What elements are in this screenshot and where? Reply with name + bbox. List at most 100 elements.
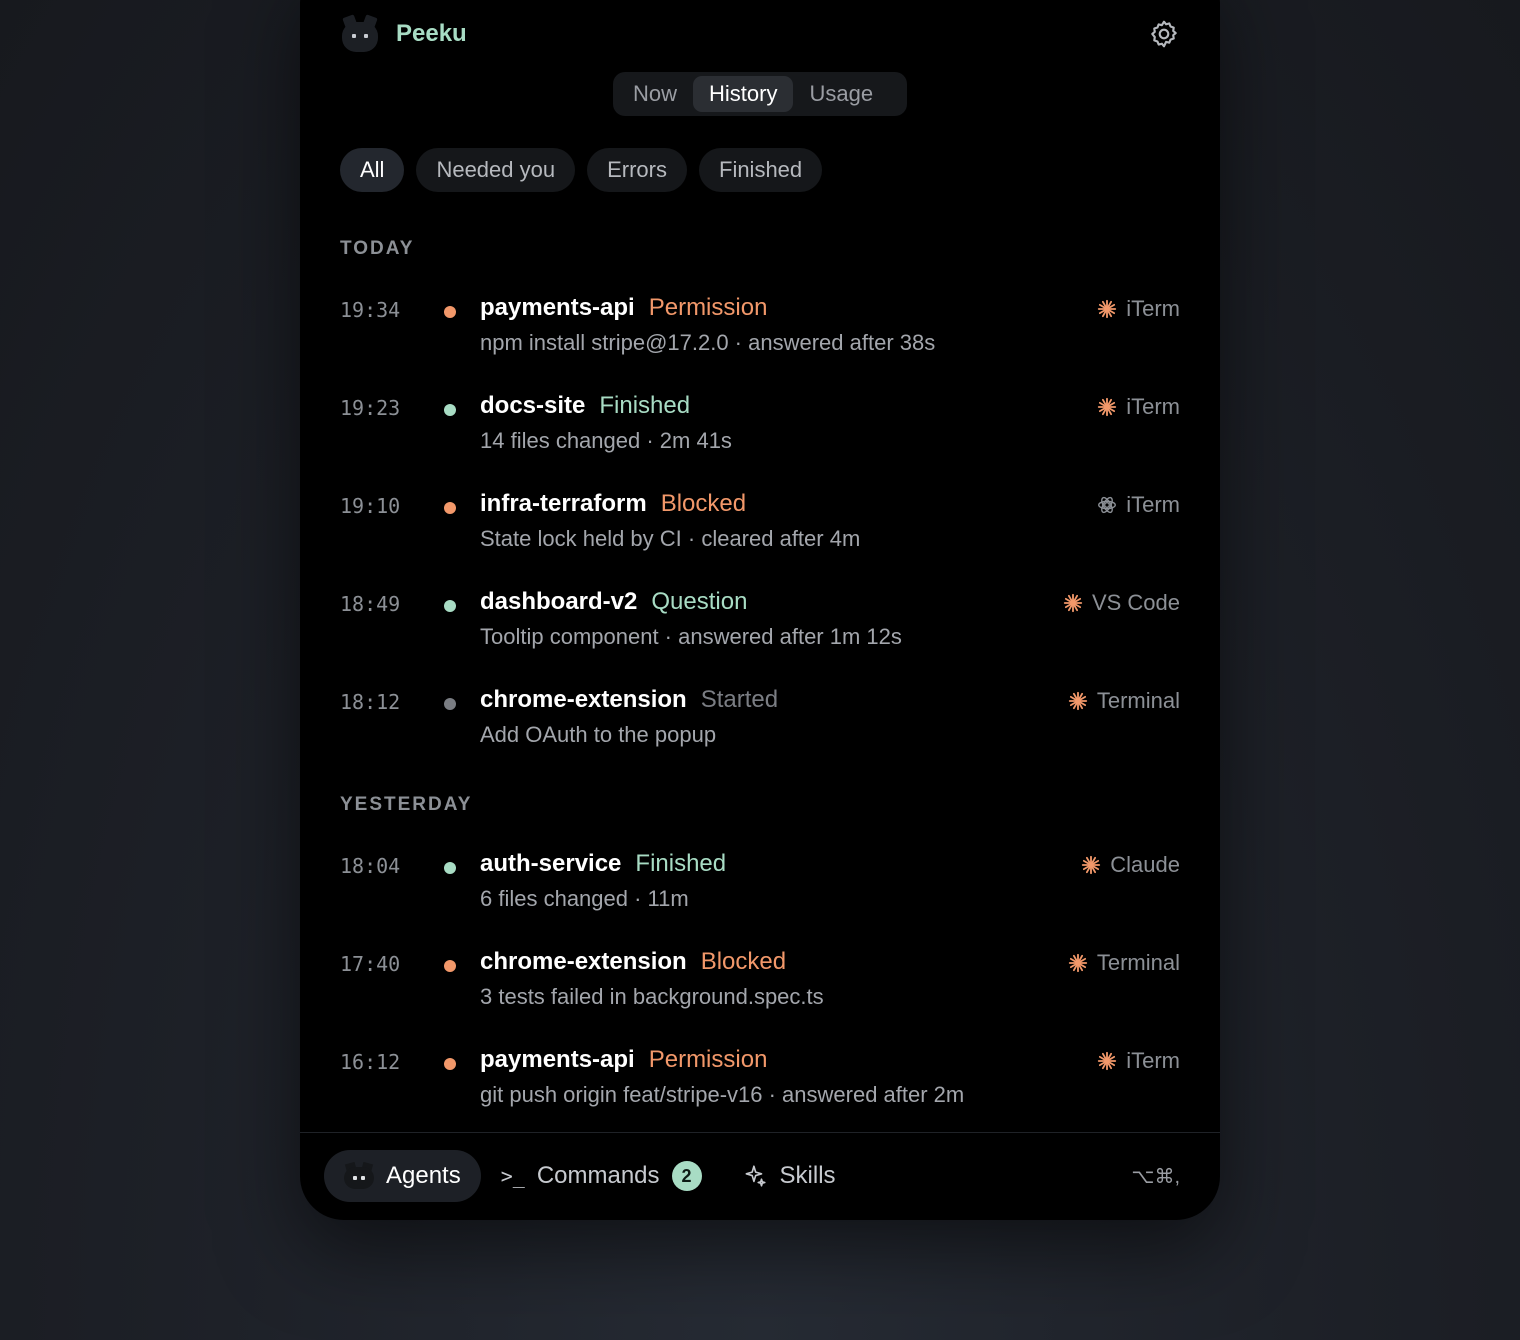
spark-icon <box>1062 592 1084 614</box>
row-title: payments-api Permission <box>480 294 767 322</box>
filter-needed-you[interactable]: Needed you <box>416 148 576 192</box>
status-label: Blocked <box>660 490 747 517</box>
spark-icon <box>1096 1050 1118 1072</box>
nav-agents-label: Agents <box>386 1162 461 1189</box>
header: Peeku <box>340 12 1180 56</box>
status-dot <box>444 600 456 612</box>
source-app: iTerm <box>1126 492 1180 517</box>
status-dot <box>444 862 456 874</box>
row-title: chrome-extension Started <box>480 686 778 714</box>
row-title: chrome-extension Blocked <box>480 948 786 976</box>
nav-commands-label: Commands <box>536 1162 660 1189</box>
section-header: YESTERDAY <box>340 794 473 815</box>
filter-errors[interactable]: Errors <box>587 148 687 192</box>
project-name: infra-terraform <box>480 490 647 517</box>
source-app: Claude <box>1110 852 1180 877</box>
history-row[interactable]: 19:23 docs-site Finished 14 files changed ·… <box>340 392 1180 472</box>
status-dot <box>444 960 456 972</box>
row-title: infra-terraform Blocked <box>480 490 746 518</box>
row-time: 18:04 <box>340 854 401 878</box>
source-app: iTerm <box>1126 394 1180 419</box>
status-label: Finished <box>599 392 691 419</box>
cat-icon <box>344 1161 374 1189</box>
row-time: 18:12 <box>340 690 401 714</box>
row-source: VS Code <box>1062 590 1180 616</box>
row-detail: 6 files changed · 11m <box>480 886 689 911</box>
row-title: auth-service Finished <box>480 850 726 878</box>
tab-now[interactable]: Now <box>617 76 693 112</box>
project-name: dashboard-v2 <box>480 588 638 615</box>
status-label: Finished <box>635 850 727 877</box>
row-time: 19:10 <box>340 494 401 518</box>
filter-all[interactable]: All <box>340 148 405 192</box>
nav-skills-label: Skills <box>779 1162 836 1189</box>
project-name: chrome-extension <box>480 686 687 713</box>
row-source: iTerm <box>1096 296 1180 322</box>
history-row[interactable]: 18:12 chrome-extension Started Add OAuth to… <box>340 686 1180 766</box>
row-time: 17:40 <box>340 952 401 976</box>
history-row[interactable]: 17:40 chrome-extension Blocked 3 tests fail… <box>340 948 1180 1028</box>
row-time: 16:12 <box>340 1050 401 1074</box>
source-app: Terminal <box>1096 688 1180 713</box>
status-dot <box>444 698 456 710</box>
view-tabs: Now History Usage <box>613 72 907 116</box>
history-row[interactable]: 16:12 payments-api Permission git push orig… <box>340 1046 1180 1126</box>
openai-icon <box>1096 494 1118 516</box>
peeku-logo-icon <box>340 14 380 54</box>
tab-usage[interactable]: Usage <box>793 76 889 112</box>
row-source: Terminal <box>1067 950 1180 976</box>
project-name: auth-service <box>480 850 622 877</box>
project-name: chrome-extension <box>480 948 687 975</box>
spark-icon <box>1096 298 1118 320</box>
gear-icon[interactable] <box>1148 18 1180 50</box>
app-panel: Peeku Now History Usage All Needed you E… <box>300 0 1220 1220</box>
row-detail: State lock held by CI · cleared after 4m <box>480 526 861 551</box>
spark-icon <box>1096 396 1118 418</box>
tab-history[interactable]: History <box>693 76 794 112</box>
row-time: 19:34 <box>340 298 401 322</box>
row-title: dashboard-v2 Question <box>480 588 747 616</box>
filter-chips: All Needed you Errors Finished <box>340 148 823 192</box>
status-label: Blocked <box>700 948 787 975</box>
row-title: docs-site Finished <box>480 392 690 420</box>
row-detail: Add OAuth to the popup <box>480 722 717 747</box>
spark-icon <box>1080 854 1102 876</box>
source-app: VS Code <box>1091 590 1180 615</box>
nav-commands[interactable]: >_ Commands 2 <box>481 1150 722 1202</box>
history-row[interactable]: 18:49 dashboard-v2 Question Tooltip compone… <box>340 588 1180 668</box>
nav-skills[interactable]: Skills <box>722 1150 856 1202</box>
history-row[interactable]: 19:10 infra-terraform Blocked State lock he… <box>340 490 1180 570</box>
row-source: iTerm <box>1096 492 1180 518</box>
spark-icon <box>1067 690 1089 712</box>
status-label: Permission <box>648 1046 768 1073</box>
status-dot <box>444 1058 456 1070</box>
project-name: docs-site <box>480 392 586 419</box>
status-dot <box>444 502 456 514</box>
row-detail: git push origin feat/stripe-v16 · answer… <box>480 1082 965 1107</box>
row-detail: 14 files changed · 2m 41s <box>480 428 732 453</box>
row-detail: npm install stripe@17.2.0 · answered aft… <box>480 330 936 355</box>
project-name: payments-api <box>480 1046 635 1073</box>
status-label: Started <box>700 686 779 713</box>
source-app: iTerm <box>1126 296 1180 321</box>
project-name: payments-api <box>480 294 635 321</box>
history-row[interactable]: 18:04 auth-service Finished 6 files changed… <box>340 850 1180 930</box>
sparkles-icon <box>745 1165 766 1187</box>
history-row[interactable]: 19:34 payments-api Permission npm install s… <box>340 294 1180 374</box>
status-dot <box>444 306 456 318</box>
status-label: Question <box>651 588 748 615</box>
row-detail: 3 tests failed in background.spec.ts <box>480 984 824 1009</box>
nav-agents[interactable]: Agents <box>324 1150 481 1202</box>
keyboard-shortcut: ⌥⌘, <box>1131 1165 1180 1188</box>
status-dot <box>444 404 456 416</box>
bottom-divider <box>300 1132 1220 1133</box>
row-title: payments-api Permission <box>480 1046 767 1074</box>
source-app: iTerm <box>1126 1048 1180 1073</box>
commands-count-badge: 2 <box>671 1161 702 1191</box>
row-source: Terminal <box>1067 688 1180 714</box>
bottom-nav: Agents >_ Commands 2 Skills ⌥⌘, <box>324 1150 1180 1202</box>
filter-finished[interactable]: Finished <box>699 148 823 192</box>
row-time: 19:23 <box>340 396 401 420</box>
app-title: Peeku <box>396 20 467 47</box>
row-time: 18:49 <box>340 592 401 616</box>
